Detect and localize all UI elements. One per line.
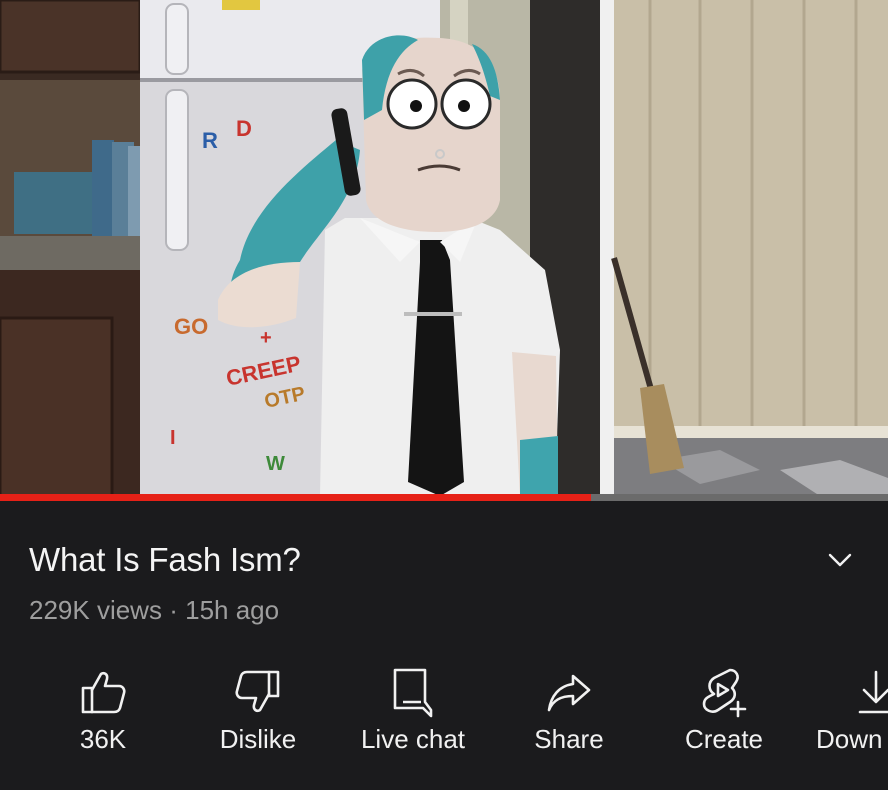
video-info-panel: What Is Fash Ism? 229K views · 15h ago 3…: [0, 501, 888, 790]
upload-age: 15h ago: [185, 595, 280, 625]
video-player[interactable]: R D GO + CREEP OTP I W: [0, 0, 888, 496]
share-button[interactable]: Share: [494, 666, 644, 756]
video-meta: 229K views · 15h ago: [29, 595, 279, 626]
thumbs-up-icon: [81, 671, 126, 714]
expand-description-button[interactable]: [822, 545, 858, 575]
download-label: Down: [816, 724, 883, 754]
like-count: 36K: [79, 724, 127, 754]
create-button[interactable]: Create: [649, 666, 799, 756]
live-chat-button[interactable]: Live chat: [338, 666, 488, 756]
thumbs-down-icon: [235, 670, 280, 713]
magnet-plus: +: [260, 327, 272, 349]
magnet-letter-r: R: [202, 128, 218, 153]
chevron-down-icon: [828, 553, 852, 567]
live-chat-label: Live chat: [360, 724, 466, 754]
dislike-button[interactable]: Dislike: [183, 666, 333, 756]
create-plus-icon: [702, 668, 747, 718]
view-count: 229K views: [29, 595, 162, 625]
dislike-label: Dislike: [219, 724, 297, 754]
video-title[interactable]: What Is Fash Ism?: [29, 541, 301, 579]
download-icon: [858, 670, 888, 714]
progress-played: [0, 494, 591, 501]
magnet-letter-w: W: [266, 453, 285, 475]
chat-bubble-icon: [393, 668, 433, 718]
magnet-word-go: GO: [174, 314, 208, 339]
video-frame-illustration: R D GO + CREEP OTP I W: [0, 0, 888, 496]
magnet-letter-d: D: [236, 116, 252, 141]
action-bar: 36K Dislike Live chat Share Create Down: [0, 666, 888, 756]
video-progress-bar[interactable]: [0, 494, 888, 501]
share-arrow-icon: [547, 674, 591, 712]
create-label: Create: [684, 724, 764, 754]
download-button[interactable]: Down: [816, 666, 888, 756]
share-label: Share: [534, 724, 604, 754]
like-button[interactable]: 36K: [28, 666, 178, 756]
meta-separator: ·: [169, 595, 178, 625]
magnet-letter-i: I: [170, 427, 176, 449]
